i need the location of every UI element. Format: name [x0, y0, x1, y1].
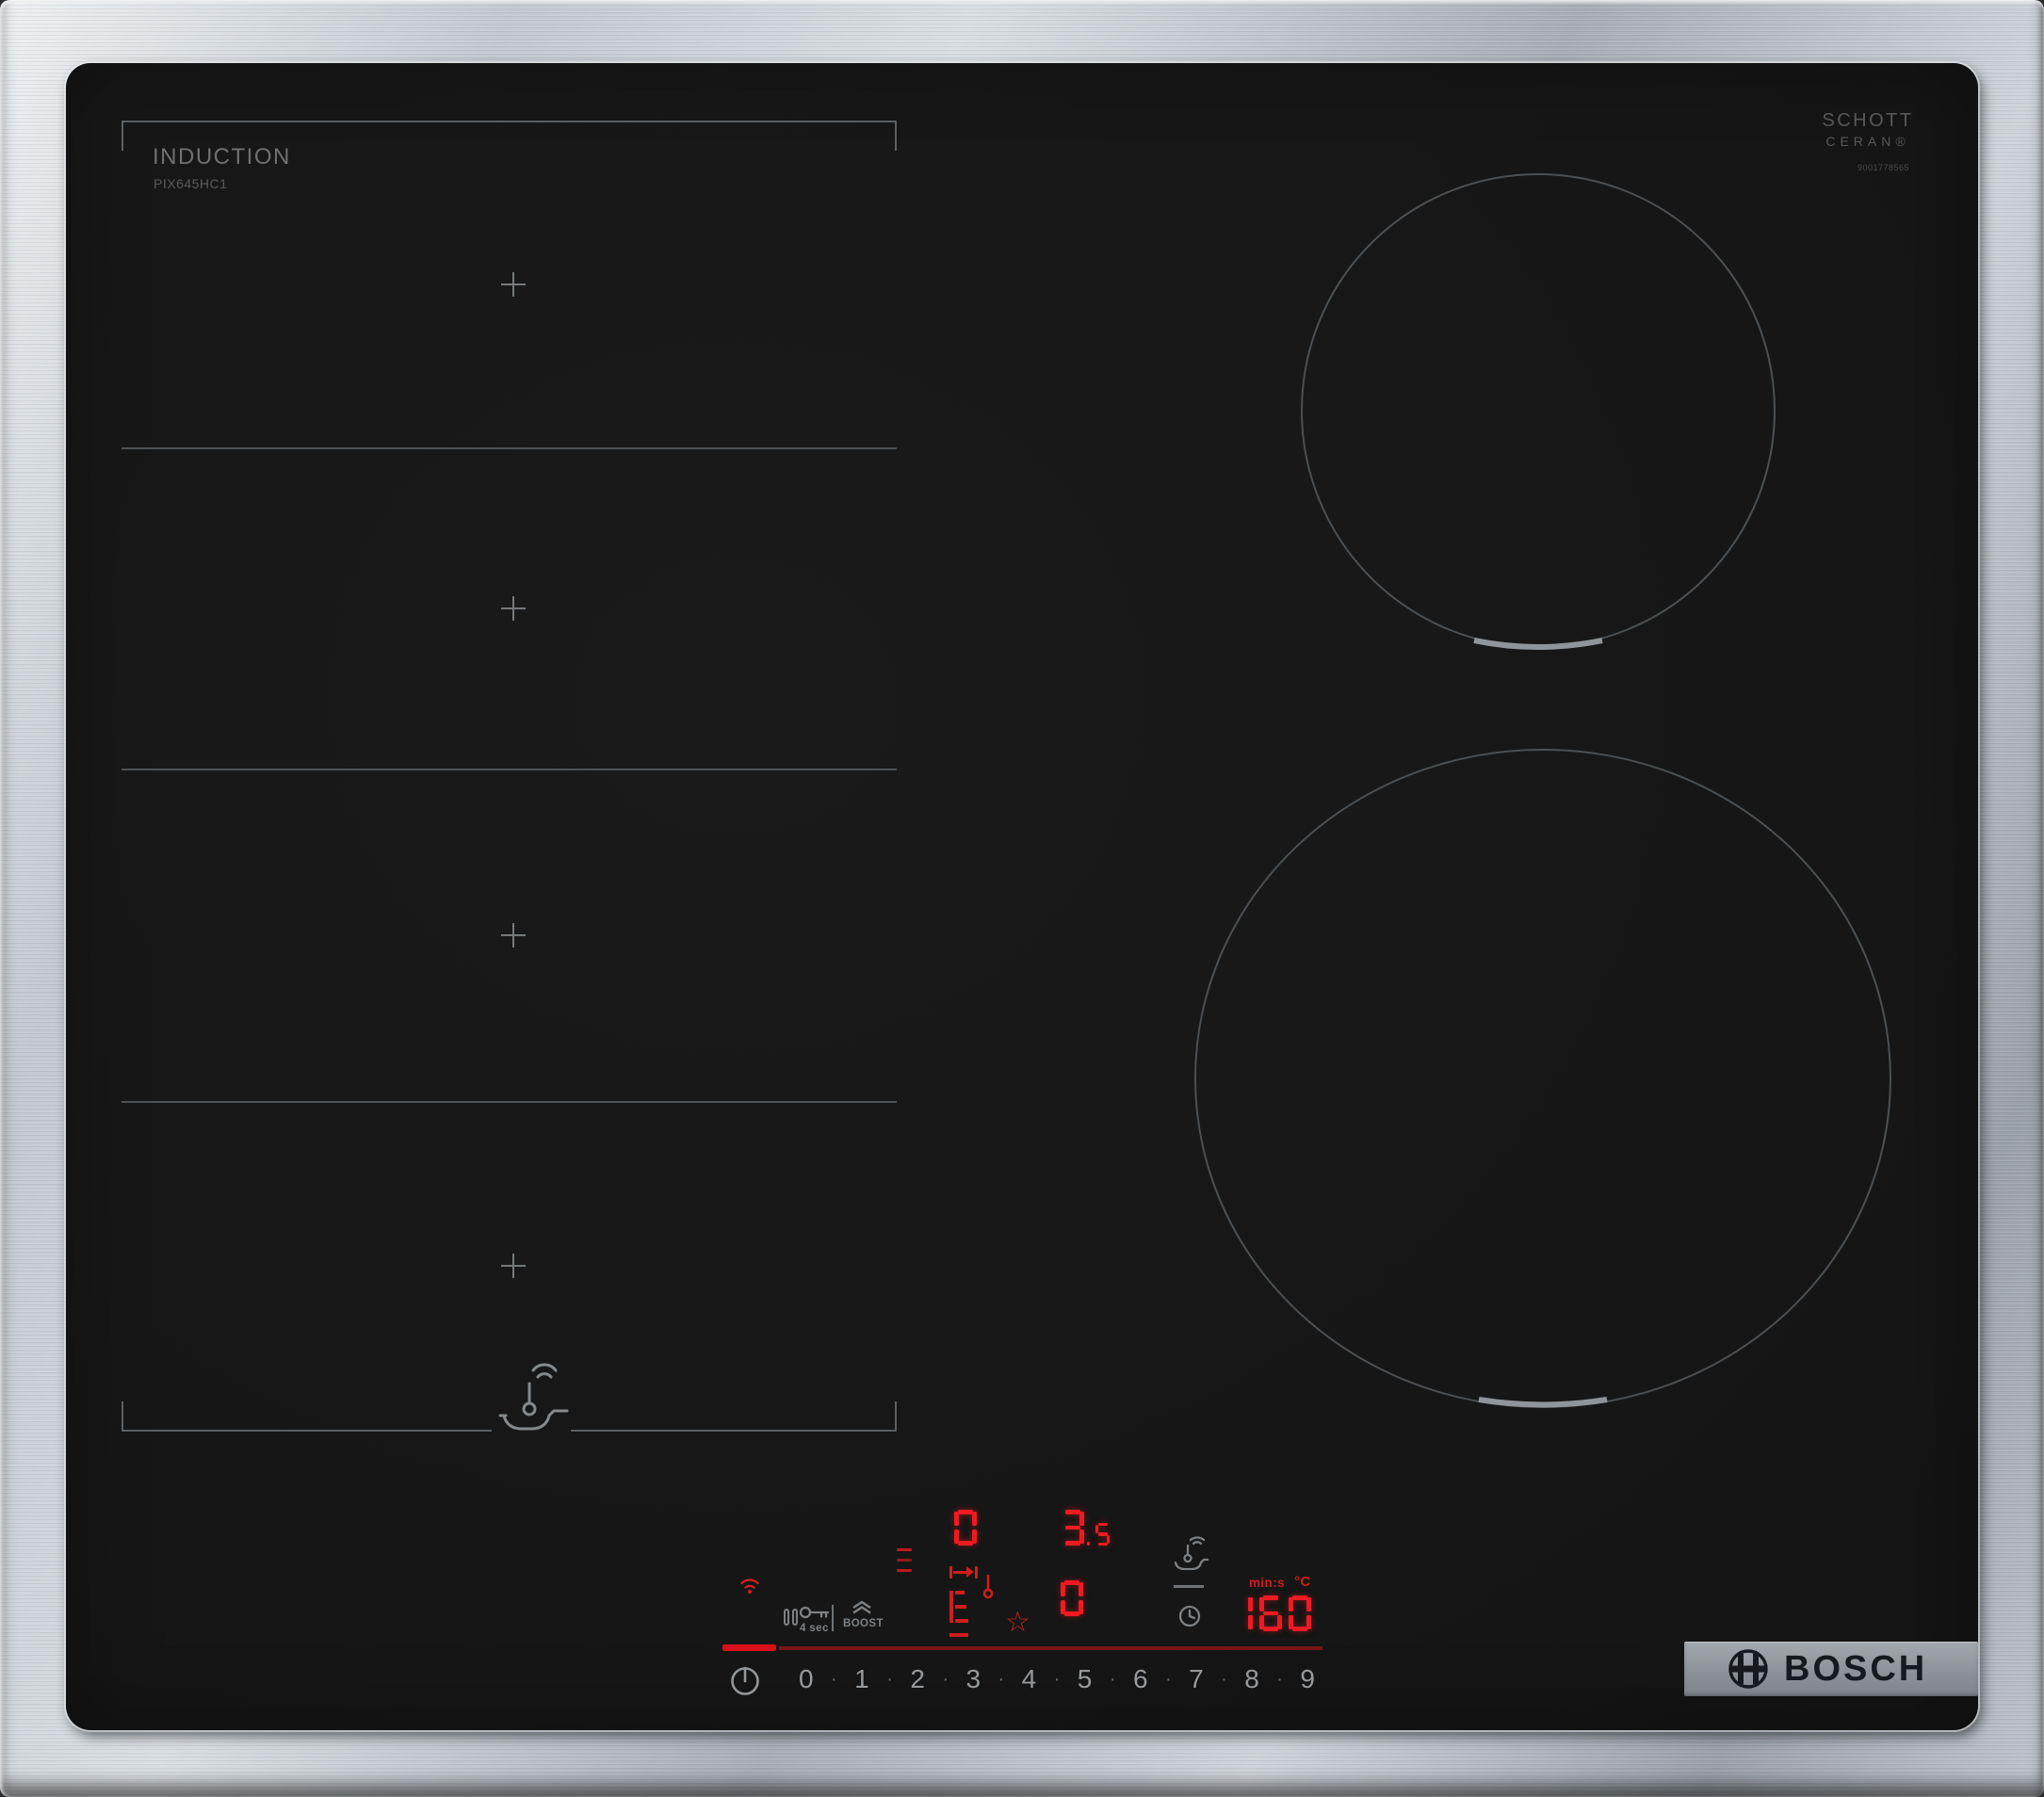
- zone-type-label: INDUCTION: [153, 144, 291, 170]
- flex-section-4-plus-icon: [501, 1254, 526, 1278]
- brand-wordmark: BOSCH: [1784, 1648, 1928, 1689]
- cook-zone-right-rear-marker: [1473, 638, 1603, 650]
- cook-zone-right-front: [1194, 749, 1891, 1408]
- display-top-right: [1062, 1510, 1084, 1546]
- pan-transfer-underline: [949, 1633, 968, 1637]
- cook-zone-right-rear: [1301, 173, 1776, 648]
- brand-badge: BOSCH: [1684, 1642, 1978, 1696]
- power-level-6[interactable]: 6: [1133, 1664, 1148, 1694]
- flex-zone-bottom-right-tick: [895, 1401, 897, 1432]
- cook-zone-right-front-marker: [1478, 1397, 1608, 1408]
- lock-hold-label: 4 sec: [800, 1623, 829, 1634]
- frying-sensor-pan-icon[interactable]: [1172, 1536, 1209, 1570]
- pause-icon[interactable]: [784, 1609, 798, 1630]
- level-dot: ·: [942, 1668, 949, 1690]
- model-number: PIX645HC1: [154, 176, 228, 191]
- flex-section-2-plus-icon: [501, 596, 526, 621]
- power-level-row: 0 · 1 · 2 · 3 · 4 · 5 · 6 · 7 · 8 · 9: [799, 1664, 1315, 1694]
- power-level-2[interactable]: 2: [910, 1664, 925, 1694]
- fry-sensor-underline: [1174, 1585, 1204, 1588]
- level-bar-track[interactable]: [779, 1646, 1322, 1650]
- power-level-8[interactable]: 8: [1244, 1664, 1259, 1694]
- flex-zone-divider-2: [122, 769, 897, 770]
- level-bar-active[interactable]: [722, 1644, 776, 1651]
- level-dot: ·: [998, 1668, 1005, 1690]
- level-dot: ·: [831, 1668, 837, 1690]
- power-level-7[interactable]: 7: [1189, 1664, 1204, 1694]
- glass-brand-line2: CERAN®: [1825, 134, 1910, 149]
- child-lock-key-icon[interactable]: [799, 1605, 831, 1621]
- flex-zone-divider-3: [122, 1101, 897, 1103]
- level-dot: ·: [886, 1668, 893, 1690]
- flex-zone-bottom-left-tick: [122, 1401, 123, 1432]
- bosch-symbol-icon: [1728, 1649, 1768, 1689]
- flex-zone-top-left-tick: [122, 121, 123, 151]
- display-bottom-right: [1061, 1580, 1083, 1616]
- power-level-5[interactable]: 5: [1078, 1664, 1093, 1694]
- power-level-1[interactable]: 1: [854, 1664, 869, 1694]
- flex-section-1-plus-icon: [501, 272, 526, 297]
- power-level-4[interactable]: 4: [1022, 1664, 1037, 1694]
- level-dot: ·: [1221, 1668, 1227, 1690]
- level-dot: ·: [1276, 1668, 1283, 1690]
- flex-section-3-plus-icon: [501, 923, 526, 947]
- ceramic-glass-surface: INDUCTION PIX645HC1 SCHOTT CERAN® 900177…: [66, 63, 1978, 1730]
- zone-select-dashes-icon[interactable]: [897, 1548, 912, 1572]
- power-button[interactable]: [728, 1663, 762, 1697]
- boost-label[interactable]: BOOST: [843, 1618, 884, 1629]
- display-top-right-decimal: [1087, 1523, 1111, 1546]
- wireless-temp-sensor-pan-icon: [498, 1363, 569, 1431]
- induction-hob: INDUCTION PIX645HC1 SCHOTT CERAN® 900177…: [0, 0, 2044, 1797]
- level-dot: ·: [1109, 1668, 1116, 1690]
- flex-zone-top-right-tick: [895, 121, 897, 151]
- timer-unit-time: min:s: [1249, 1576, 1286, 1590]
- timer-clock-icon[interactable]: [1177, 1604, 1202, 1628]
- level-dot: ·: [1164, 1668, 1172, 1690]
- timer-unit-temp: °C: [1294, 1574, 1311, 1590]
- flex-zone-bottom-line-left: [122, 1430, 492, 1432]
- display-top-left: [954, 1510, 977, 1546]
- display-timer: [1230, 1595, 1311, 1631]
- glass-code: 9001778565: [1857, 163, 1910, 172]
- level-dot: ·: [1053, 1668, 1061, 1690]
- thermometer-icon: [982, 1574, 994, 1599]
- favorite-star-icon[interactable]: ☆: [1005, 1609, 1030, 1637]
- flex-zone-bottom-line-right: [571, 1430, 897, 1432]
- flex-zone-divider-1: [122, 447, 897, 449]
- glass-brand-line1: SCHOTT: [1822, 110, 1914, 131]
- home-connect-wifi-icon[interactable]: [738, 1575, 762, 1595]
- power-level-0[interactable]: 0: [799, 1664, 814, 1694]
- glass-brand-logo: SCHOTT CERAN®: [1816, 110, 1920, 149]
- flex-zone-top-line: [122, 121, 897, 122]
- panel-divider: [832, 1605, 834, 1631]
- power-level-3[interactable]: 3: [965, 1664, 981, 1694]
- boost-chevrons-icon[interactable]: [851, 1600, 873, 1614]
- power-level-9[interactable]: 9: [1300, 1664, 1315, 1694]
